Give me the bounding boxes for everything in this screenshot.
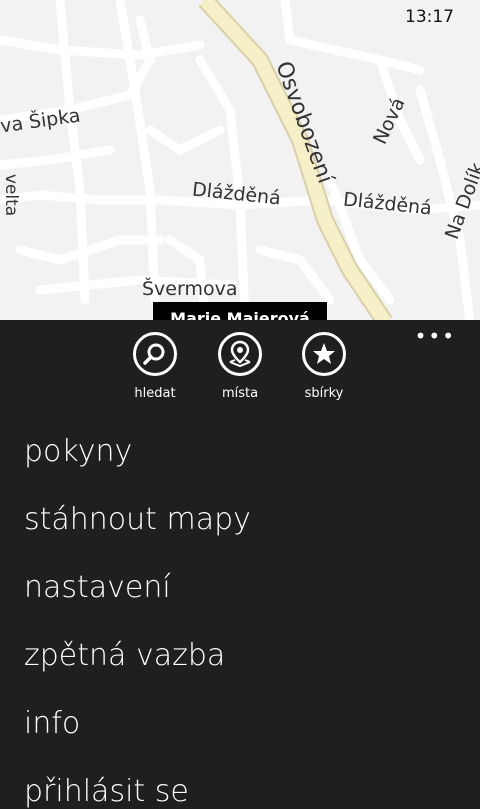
star-icon (302, 332, 346, 376)
street-label-svermova: Švermova (142, 278, 238, 300)
search-button[interactable]: hledat (120, 332, 190, 401)
places-pin-icon (218, 332, 262, 376)
map-roads (0, 0, 480, 322)
menu-item-sign-in[interactable]: přihlásit se (24, 774, 189, 809)
menu-item-directions[interactable]: pokyny (24, 434, 132, 469)
status-time: 13:17 (405, 7, 454, 27)
menu-item-info[interactable]: info (24, 706, 80, 741)
search-icon (133, 332, 177, 376)
street-label-vertical-left: velta (1, 173, 22, 217)
menu-item-settings[interactable]: nastavení (24, 570, 171, 605)
more-options-icon[interactable]: ••• (415, 324, 456, 348)
places-button-label: místa (221, 386, 259, 401)
collections-button[interactable]: sbírky (289, 332, 359, 401)
map-view[interactable]: va Šipka velta Osvobození Dlážděná Dlážd… (0, 0, 480, 322)
search-button-label: hledat (134, 386, 176, 401)
menu-item-feedback[interactable]: zpětná vazba (24, 638, 225, 673)
collections-button-label: sbírky (304, 386, 344, 401)
app-bar: ••• hledat místa sbírky pokyny stáhnout … (0, 320, 480, 809)
places-button[interactable]: místa (205, 332, 275, 401)
menu-item-download-maps[interactable]: stáhnout mapy (24, 502, 251, 537)
